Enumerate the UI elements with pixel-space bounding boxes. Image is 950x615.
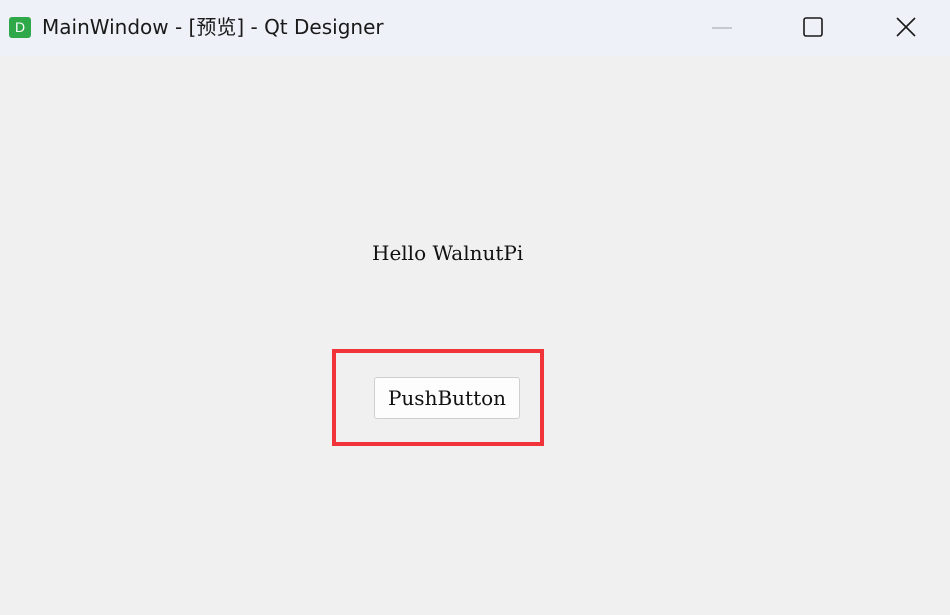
qt-designer-app-icon: D [9,17,31,38]
minimize-button[interactable] [676,0,768,56]
close-icon [896,17,916,37]
title-bar[interactable]: D MainWindow - [预览] - Qt Designer [0,0,950,56]
window-title: MainWindow - [预览] - Qt Designer [42,15,384,39]
minimize-icon [712,27,732,29]
central-widget: Hello WalnutPi PushButton [0,56,950,615]
main-window: D MainWindow - [预览] - Qt Designer Hello … [0,0,950,615]
close-button[interactable] [859,0,950,56]
maximize-button[interactable] [767,0,859,56]
maximize-icon [803,17,823,37]
hello-label: Hello WalnutPi [372,241,524,265]
push-button[interactable]: PushButton [374,377,520,419]
